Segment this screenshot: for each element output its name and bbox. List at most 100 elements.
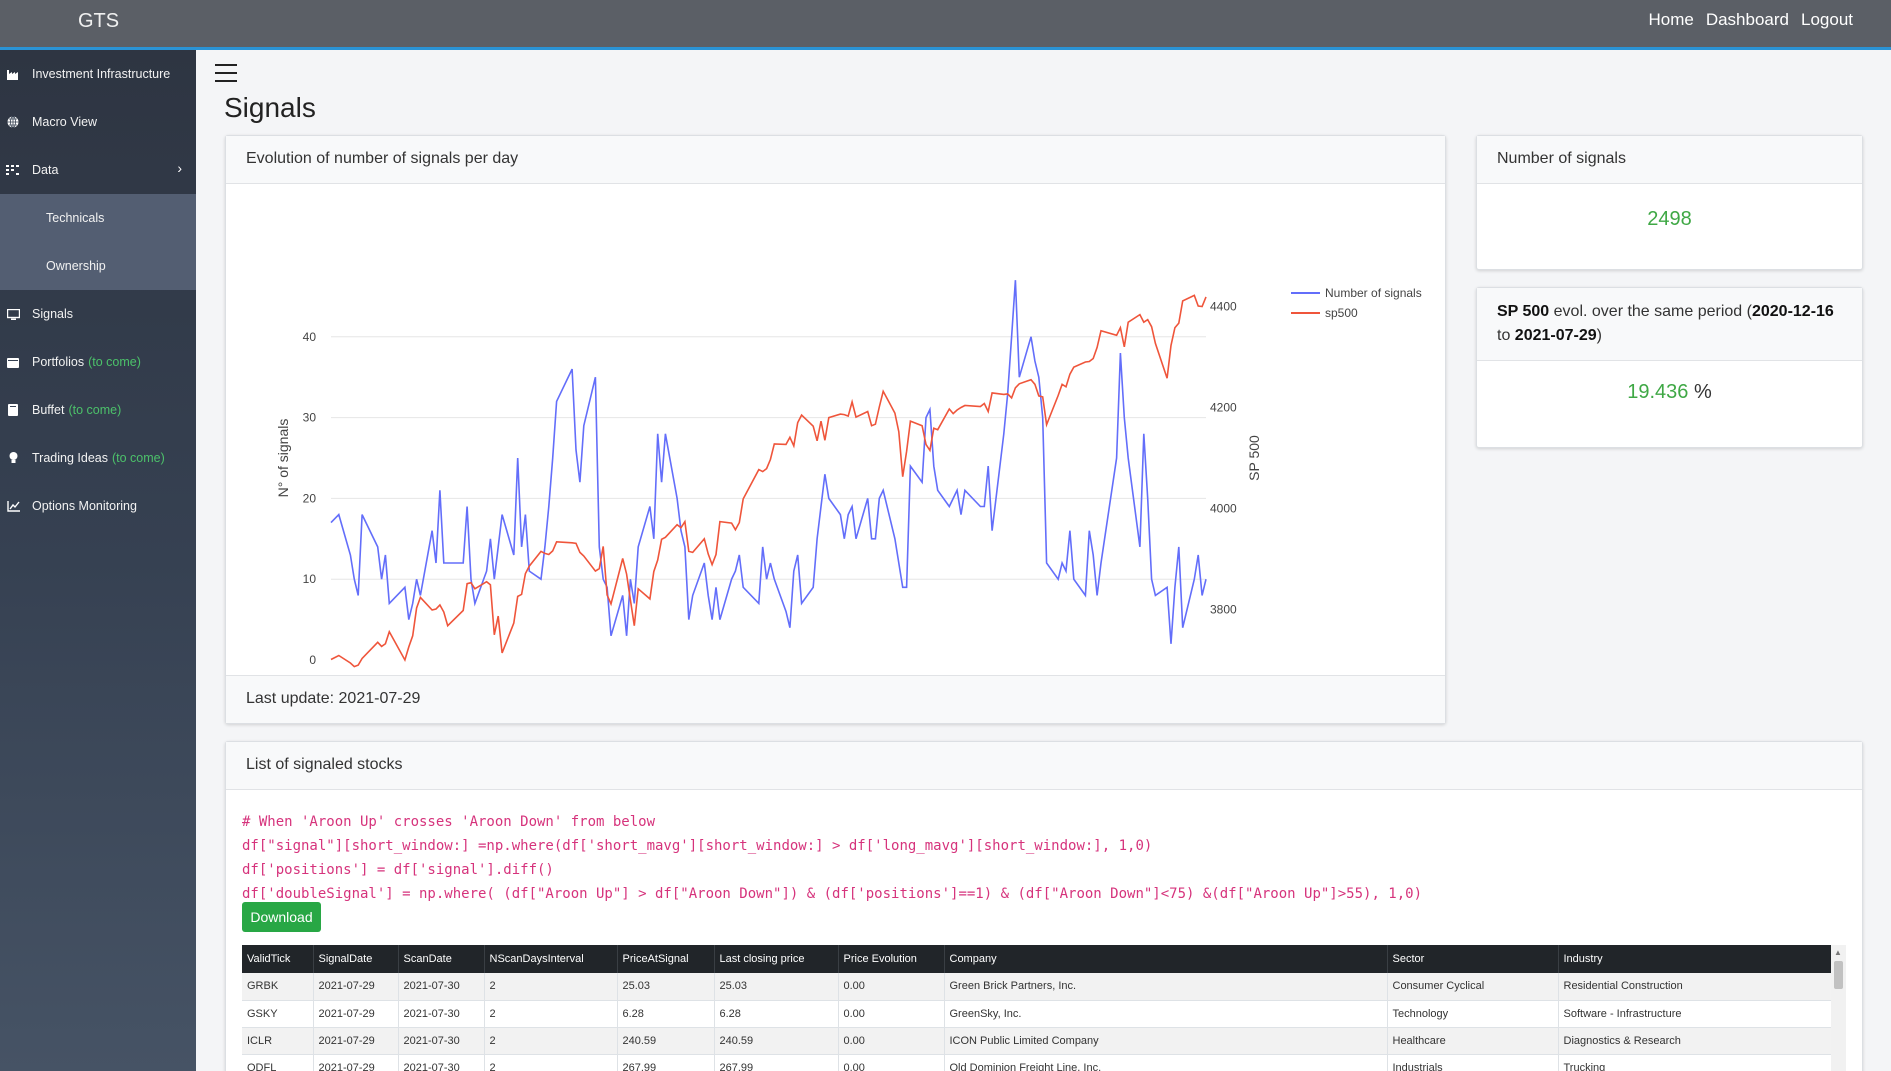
- column-header[interactable]: ValidTick: [242, 945, 314, 973]
- table-cell: Consumer Cyclical: [1387, 973, 1559, 1001]
- legend-label: sp500: [1325, 306, 1358, 320]
- table-cell: GSKY: [242, 1000, 314, 1028]
- table-cell: ICLR: [242, 1027, 314, 1055]
- scrollbar-thumb[interactable]: [1834, 961, 1843, 989]
- code-line: df['doubleSignal'] = np.where( (df["Aroo…: [242, 886, 1423, 902]
- column-header[interactable]: ScanDate: [398, 945, 485, 973]
- sidebar-submenu-data: Technicals Ownership: [0, 194, 196, 290]
- sidebar-item-technicals[interactable]: Technicals: [0, 194, 196, 242]
- table-row[interactable]: GSKY 2021-07-29 2021-07-30 2 6.28 6.28 0.00 Gre…: [242, 1000, 1832, 1028]
- table-cell: 2: [484, 1054, 618, 1071]
- sidebar-item-buffet[interactable]: Buffet (to come): [0, 386, 196, 434]
- y2-tick-label: 4400: [1210, 300, 1237, 314]
- menu-toggle-icon[interactable]: [215, 64, 237, 82]
- sidebar-item-ownership[interactable]: Ownership: [0, 242, 196, 290]
- sidebar-item-label: Data: [32, 163, 59, 177]
- table-cell: 240.59: [714, 1027, 839, 1055]
- y2-axis-title: SP 500: [1246, 435, 1262, 481]
- sidebar: Investment Infrastructure Macro View Dat…: [0, 50, 196, 1071]
- table-cell: 0.00: [838, 973, 945, 1001]
- table-cell: Old Dominion Freight Line, Inc.: [944, 1054, 1388, 1071]
- table-cell: 2021-07-29: [313, 1000, 399, 1028]
- coming-soon-badge: (to come): [68, 403, 122, 417]
- sidebar-item-trading-ideas[interactable]: Trading Ideas (to come): [0, 434, 196, 482]
- signals-chart-card: Evolution of number of signals per day 0…: [225, 135, 1446, 724]
- sidebar-item-data[interactable]: Data ›: [0, 146, 196, 194]
- table-cell: ODFL: [242, 1054, 314, 1071]
- grid-icon: [6, 164, 20, 176]
- table-cell: 2021-07-29: [313, 973, 399, 1001]
- coming-soon-badge: (to come): [111, 451, 165, 465]
- top-nav-links: Home Dashboard Logout: [1648, 10, 1853, 30]
- column-header[interactable]: Sector: [1387, 945, 1559, 973]
- table-cell: 25.03: [714, 973, 839, 1001]
- column-header[interactable]: Price Evolution: [838, 945, 945, 973]
- close-paren: ): [1596, 327, 1602, 344]
- chevron-right-icon: ›: [177, 160, 182, 176]
- table-cell: 2021-07-30: [398, 973, 485, 1001]
- column-header[interactable]: NScanDaysInterval: [484, 945, 618, 973]
- table-cell: 2: [484, 1027, 618, 1055]
- table-header-row: ValidTick SignalDate ScanDate NScanDaysI…: [242, 945, 1832, 973]
- sp500-evolution-card: SP 500 evol. over the same period (2020-…: [1476, 287, 1863, 448]
- globe-icon: [6, 116, 20, 128]
- signaled-stocks-card: List of signaled stocks # When 'Aroon Up…: [225, 741, 1863, 1071]
- sp500-evolution-value: 19.436 %: [1477, 361, 1862, 404]
- table-cell: GreenSky, Inc.: [944, 1000, 1388, 1028]
- table-row[interactable]: ICLR 2021-07-29 2021-07-30 2 240.59 240.59 0.0…: [242, 1027, 1832, 1055]
- y2-tick-label: 4000: [1210, 502, 1237, 516]
- table-cell: Software - Infrastructure: [1558, 1000, 1832, 1028]
- sidebar-item-label: Ownership: [46, 259, 106, 273]
- sidebar-item-portfolios[interactable]: Portfolios (to come): [0, 338, 196, 386]
- table-cell: Diagnostics & Research: [1558, 1027, 1832, 1055]
- table-cell: Industrials: [1387, 1054, 1559, 1071]
- y-tick-label: 30: [303, 411, 317, 425]
- table-cell: 2021-07-30: [398, 1054, 485, 1071]
- sidebar-item-options-monitoring[interactable]: Options Monitoring: [0, 482, 196, 530]
- table-cell: Green Brick Partners, Inc.: [944, 973, 1388, 1001]
- nav-home-link[interactable]: Home: [1648, 10, 1693, 30]
- column-header[interactable]: Company: [944, 945, 1388, 973]
- column-header[interactable]: Last closing price: [714, 945, 839, 973]
- signals-chart[interactable]: 0102030403800400042004400Jan 2021Feb 202…: [226, 185, 1445, 675]
- sidebar-item-label: Portfolios: [32, 355, 85, 369]
- coming-soon-badge: (to come): [88, 355, 141, 369]
- table-cell: 0.00: [838, 1027, 945, 1055]
- table-row[interactable]: GRBK 2021-07-29 2021-07-30 2 25.03 25.03 0.00 G…: [242, 973, 1832, 1001]
- sp500-label: SP 500: [1497, 303, 1550, 320]
- signals-count-card: Number of signals 2498: [1476, 135, 1863, 270]
- table-cell: Technology: [1387, 1000, 1559, 1028]
- table-row[interactable]: ODFL 2021-07-29 2021-07-30 2 267.99 267.99 0.0…: [242, 1054, 1832, 1071]
- count-card-title: Number of signals: [1477, 136, 1862, 184]
- brand-logo[interactable]: GTS: [78, 10, 119, 33]
- chart-card-title: Evolution of number of signals per day: [226, 136, 1445, 184]
- signals-table-container[interactable]: ValidTick SignalDate ScanDate NScanDaysI…: [242, 945, 1846, 1071]
- column-header[interactable]: Industry: [1558, 945, 1832, 973]
- y2-tick-label: 3800: [1210, 603, 1237, 617]
- to-text: to: [1497, 327, 1515, 344]
- download-button[interactable]: Download: [242, 902, 321, 932]
- sidebar-item-label: Investment Infrastructure: [32, 67, 171, 81]
- nav-logout-link[interactable]: Logout: [1801, 10, 1853, 30]
- column-header[interactable]: SignalDate: [313, 945, 399, 973]
- y-tick-label: 40: [303, 330, 317, 344]
- table-cell: 267.99: [617, 1054, 715, 1071]
- top-navbar: GTS Home Dashboard Logout: [0, 0, 1891, 50]
- code-line: df['positions'] = df['signal'].diff(): [242, 862, 554, 878]
- legend-label: Number of signals: [1325, 286, 1422, 300]
- sidebar-item-macro-view[interactable]: Macro View: [0, 98, 196, 146]
- signals-count-value: 2498: [1647, 208, 1692, 230]
- sidebar-item-investment-infrastructure[interactable]: Investment Infrastructure: [0, 50, 196, 98]
- table-cell: 0.00: [838, 1000, 945, 1028]
- sidebar-item-signals[interactable]: Signals: [0, 290, 196, 338]
- table-cell: 2021-07-29: [313, 1027, 399, 1055]
- table-cell: 6.28: [714, 1000, 839, 1028]
- table-cell: 2021-07-30: [398, 1000, 485, 1028]
- line-chart-icon: [6, 500, 20, 512]
- nav-dashboard-link[interactable]: Dashboard: [1706, 10, 1789, 30]
- table-cell: 240.59: [617, 1027, 715, 1055]
- scroll-up-arrow-icon[interactable]: ▲: [1834, 948, 1842, 957]
- table-scrollbar[interactable]: ▲: [1831, 945, 1846, 1071]
- column-header[interactable]: PriceAtSignal: [617, 945, 715, 973]
- factory-icon: [6, 68, 20, 80]
